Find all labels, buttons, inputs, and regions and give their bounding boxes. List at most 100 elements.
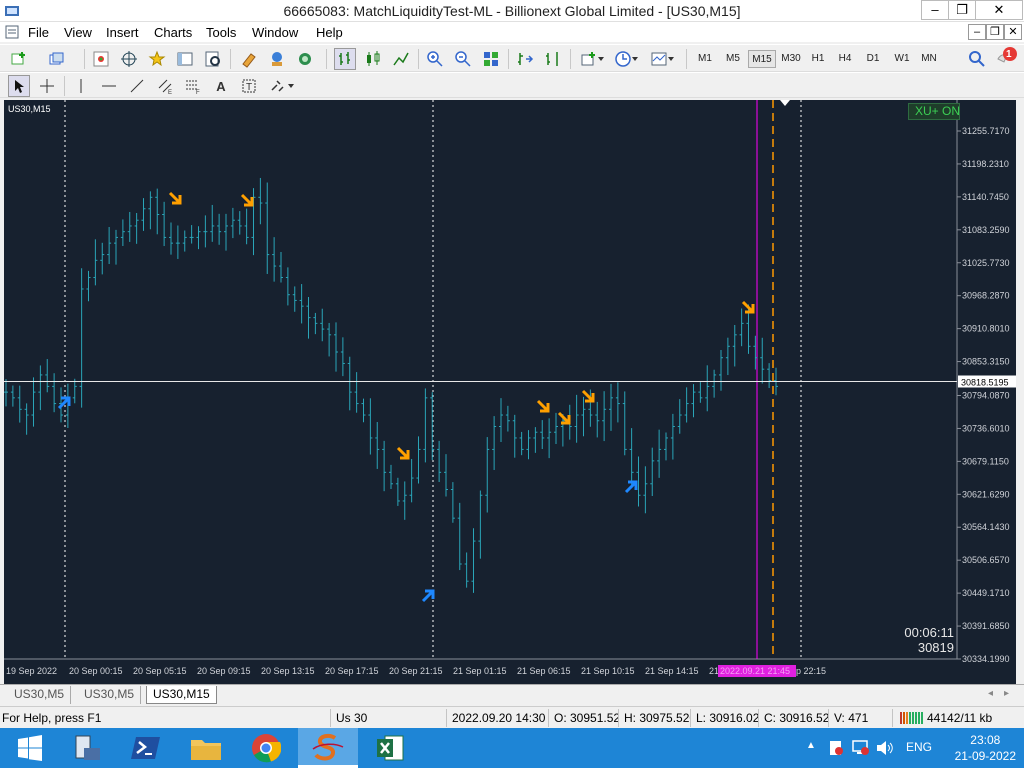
timeframe-w1[interactable]: W1 (889, 50, 915, 68)
menu-insert[interactable]: Insert (106, 25, 139, 40)
current-price-text: 30819 (917, 640, 954, 655)
bar-chart-icon[interactable] (334, 48, 356, 70)
chevron-down-icon[interactable] (286, 75, 296, 97)
menu-view[interactable]: View (64, 25, 92, 40)
tile-windows-icon[interactable] (480, 48, 502, 70)
line-chart-icon[interactable] (390, 48, 412, 70)
chart-canvas[interactable]: 31255.7170 31198.2310 31140.7450 31083.2590… (4, 100, 1016, 684)
text-icon[interactable]: A (210, 75, 232, 97)
chart-symbol-label: US30,M15 (8, 104, 51, 114)
fibonacci-icon[interactable]: F (182, 75, 204, 97)
status-low: L: 30916.020 (696, 711, 758, 725)
status-high: H: 30975.520 (624, 711, 690, 725)
timeframe-mn[interactable]: MN (916, 50, 942, 68)
chrome-icon (252, 734, 281, 763)
connection-bars-icon (900, 712, 923, 724)
taskbar-metatrader[interactable] (298, 728, 358, 768)
terminal-icon[interactable] (174, 48, 196, 70)
menu-tools[interactable]: Tools (206, 25, 236, 40)
buy-signal-arrow (624, 480, 638, 494)
y-tick-label: 30564.1430 (962, 522, 1010, 532)
menu-help[interactable]: Help (316, 25, 343, 40)
chart-shift-icon[interactable] (542, 48, 564, 70)
notification-count: 1 (1006, 49, 1012, 60)
timeframe-m5[interactable]: M5 (720, 50, 746, 68)
timeframe-m30[interactable]: M30 (777, 50, 805, 68)
zoom-out-icon[interactable] (452, 48, 474, 70)
tab-us30-m5-b[interactable]: US30,M5 (78, 686, 142, 704)
vertical-line-icon[interactable] (70, 75, 92, 97)
x-tick-label: 20 Sep 00:15 (69, 666, 123, 676)
minimize-button[interactable]: – (921, 0, 949, 20)
timeframe-h4[interactable]: H4 (833, 50, 857, 68)
network-icon[interactable] (852, 739, 870, 757)
x-tick-label: 20 Sep 21:15 (389, 666, 443, 676)
mdi-close-button[interactable]: ✕ (1004, 24, 1022, 40)
tab-us30-m5-a[interactable]: US30,M5 (8, 686, 72, 704)
indicator-status-box[interactable]: XU+ ON (908, 103, 960, 120)
tester-icon[interactable] (202, 48, 224, 70)
mdi-minimize-button[interactable]: – (968, 24, 986, 40)
taskbar-powershell[interactable] (116, 728, 176, 768)
maximize-button[interactable]: ❐ (948, 0, 976, 20)
chevron-down-icon[interactable] (630, 48, 640, 70)
cursor-icon[interactable] (8, 75, 30, 97)
candlestick-icon[interactable] (362, 48, 384, 70)
document-icon[interactable] (4, 24, 20, 40)
tab-scroll-left-icon[interactable]: ◂ (988, 688, 993, 699)
start-button[interactable] (0, 728, 60, 768)
x-tick-label: 19 Sep 2022 (6, 666, 57, 676)
market-watch-icon[interactable] (90, 48, 112, 70)
equidistant-channel-icon[interactable]: E (154, 75, 176, 97)
sell-signal-arrow (168, 191, 182, 205)
menu-window[interactable]: Window (252, 25, 298, 40)
tray-expand-icon[interactable]: ▲ (806, 740, 816, 751)
close-button[interactable]: ✕ (975, 0, 1023, 20)
timeframe-d1[interactable]: D1 (861, 50, 885, 68)
new-order-icon[interactable] (8, 48, 30, 70)
crosshair-move-icon[interactable] (118, 48, 140, 70)
excel-icon (377, 735, 404, 761)
timeframe-m15[interactable]: M15 (748, 50, 776, 68)
tab-us30-m15[interactable]: US30,M15 (146, 686, 217, 704)
y-tick-label: 30910.8010 (962, 324, 1010, 334)
text-label-icon[interactable]: T (238, 75, 260, 97)
input-language[interactable]: ENG (906, 740, 932, 756)
taskbar-chrome[interactable] (236, 728, 296, 768)
search-icon[interactable] (966, 48, 988, 70)
trendline-icon[interactable] (126, 75, 148, 97)
timeframe-m1[interactable]: M1 (692, 50, 718, 68)
clock-time: 23:08 (970, 733, 1001, 747)
menu-file[interactable]: File (28, 25, 49, 40)
zoom-in-icon[interactable] (424, 48, 446, 70)
volume-icon[interactable] (876, 740, 894, 756)
autotrading-icon[interactable] (266, 48, 288, 70)
chevron-down-icon[interactable] (596, 48, 606, 70)
taskbar-excel[interactable] (360, 728, 420, 768)
status-traffic[interactable]: 44142/11 kb (927, 711, 997, 725)
countdown-time: 00:06:11 (904, 625, 954, 640)
x-tick-label-tail: p 22:15 (796, 666, 826, 676)
crosshair-icon[interactable] (36, 75, 58, 97)
horizontal-line-icon[interactable] (98, 75, 120, 97)
chevron-down-icon[interactable] (666, 48, 676, 70)
profiles-icon[interactable] (46, 48, 68, 70)
status-profile[interactable]: Us 30 (336, 711, 436, 725)
menu-charts[interactable]: Charts (154, 25, 192, 40)
tab-scroll-right-icon[interactable]: ▸ (1004, 688, 1009, 699)
taskbar-clock[interactable]: 23:08 21-09-2022 (955, 732, 1016, 764)
arrows-icon[interactable] (266, 75, 288, 97)
timeframe-h1[interactable]: H1 (806, 50, 830, 68)
price-chart[interactable]: 31255.7170 31198.2310 31140.7450 31083.2590… (4, 100, 1016, 684)
signals-icon[interactable] (294, 48, 316, 70)
favorites-icon[interactable] (146, 48, 168, 70)
metaeditor-icon[interactable] (238, 48, 260, 70)
taskbar-file-explorer[interactable] (176, 728, 236, 768)
taskbar-server-manager[interactable] (56, 728, 116, 768)
notifications-icon[interactable]: 1 (994, 46, 1020, 68)
action-center-icon[interactable] (828, 740, 844, 756)
mdi-restore-button[interactable]: ❐ (986, 24, 1004, 40)
x-tick-label: 21 Sep 14:15 (645, 666, 699, 676)
y-tick-label: 30853.3150 (962, 357, 1010, 367)
auto-scroll-icon[interactable] (514, 48, 536, 70)
